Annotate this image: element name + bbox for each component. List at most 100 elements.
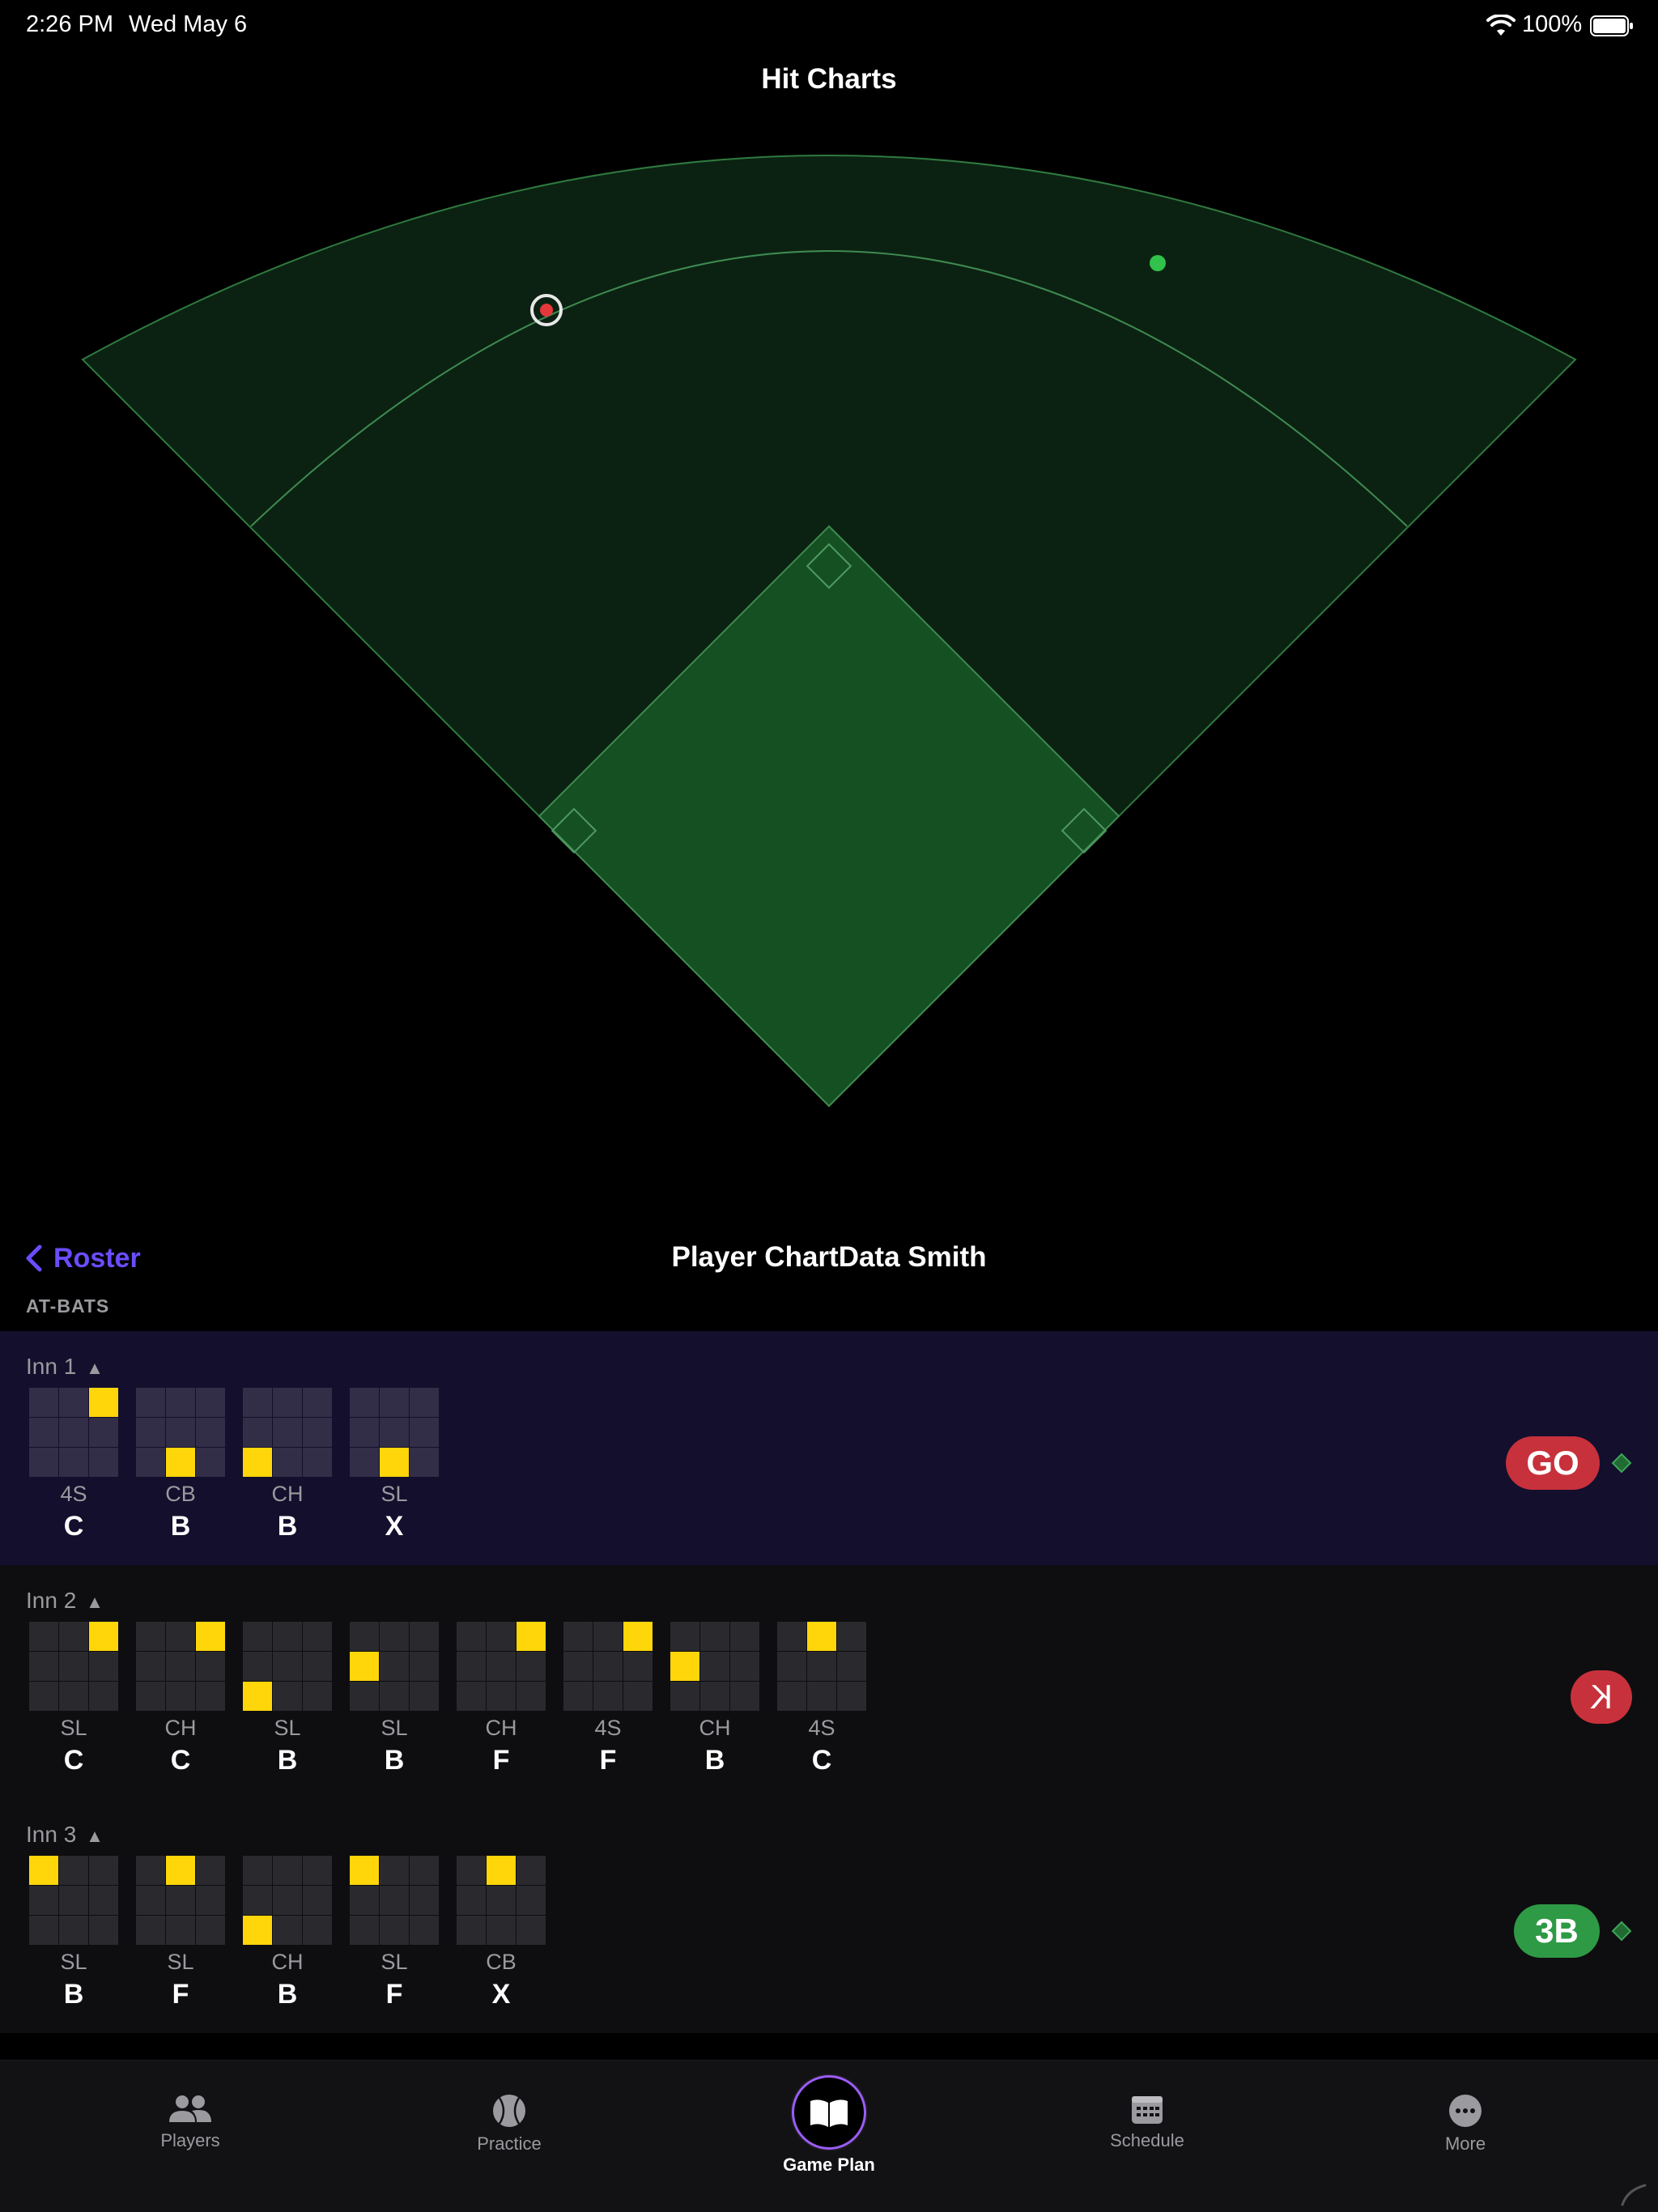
- zone-cell: [273, 1916, 302, 1945]
- zone-cell: [89, 1886, 118, 1915]
- zone-cell: [303, 1916, 332, 1945]
- zone-cell: [410, 1388, 439, 1417]
- zone-cell-pitch-location: [196, 1622, 225, 1651]
- zone-cell: [487, 1886, 516, 1915]
- tab-practice[interactable]: Practice: [428, 2061, 590, 2174]
- inning-row[interactable]: Inn 3 ▲ SL B SL F CH B SL F CB X 3B: [0, 1799, 1658, 2033]
- pitch-item[interactable]: SL F: [350, 1856, 439, 2010]
- pitch-item[interactable]: SL B: [243, 1622, 332, 1776]
- zone-cell: [273, 1448, 302, 1477]
- zone-cell: [410, 1682, 439, 1711]
- pitch-result: F: [599, 1745, 617, 1776]
- zone-cell: [303, 1652, 332, 1681]
- zone-cell: [136, 1388, 165, 1417]
- zone-cell: [487, 1916, 516, 1945]
- pitch-item[interactable]: CH B: [243, 1856, 332, 2010]
- pitch-type: CH: [699, 1716, 731, 1740]
- strike-zone-grid: [670, 1622, 759, 1711]
- zone-cell: [136, 1418, 165, 1447]
- calendar-icon: [1132, 2096, 1163, 2124]
- pitch-item[interactable]: CH B: [243, 1388, 332, 1542]
- hit-marker-green: [1150, 255, 1166, 271]
- status-date: Wed May 6: [129, 11, 248, 37]
- zone-cell: [457, 1886, 486, 1915]
- inning-half-up-icon: ▲: [86, 1592, 104, 1612]
- tab-more-label: More: [1444, 2133, 1486, 2154]
- zone-cell: [517, 1916, 546, 1945]
- pitch-item[interactable]: CH F: [457, 1622, 546, 1776]
- zone-cell-pitch-location: [29, 1856, 58, 1885]
- pitch-item[interactable]: CH B: [670, 1622, 759, 1776]
- tab-players[interactable]: Players: [109, 2061, 271, 2174]
- battery-icon: [1590, 15, 1633, 36]
- zone-cell: [410, 1856, 439, 1885]
- zone-cell: [807, 1682, 836, 1711]
- zone-cell: [59, 1916, 88, 1945]
- tab-more[interactable]: More: [1384, 2061, 1546, 2174]
- zone-cell: [777, 1622, 806, 1651]
- pitch-item[interactable]: CB B: [136, 1388, 225, 1542]
- zone-cell-pitch-location: [243, 1682, 272, 1711]
- zone-cell: [350, 1388, 379, 1417]
- inning-label: Inn 2 ▲: [26, 1588, 104, 1614]
- pitch-item[interactable]: 4S C: [29, 1388, 118, 1542]
- zone-cell: [196, 1418, 225, 1447]
- pitch-item[interactable]: SL B: [350, 1622, 439, 1776]
- hit-chart-field[interactable]: [0, 113, 1658, 1125]
- pitch-type: 4S: [60, 1482, 87, 1506]
- tab-game-plan[interactable]: Game Plan: [748, 2061, 910, 2175]
- inning-half-up-icon: ▲: [86, 1826, 104, 1846]
- pitch-type: SL: [60, 1950, 87, 1974]
- strike-zone-grid: [243, 1856, 332, 1945]
- pitch-item[interactable]: CH C: [136, 1622, 225, 1776]
- pitch-item[interactable]: SL F: [136, 1856, 225, 2010]
- pitch-type: CH: [164, 1716, 197, 1740]
- pitch-item[interactable]: 4S F: [563, 1622, 653, 1776]
- inning-row[interactable]: Inn 2 ▲ SL C CH C SL B SL B CH F 4S F CH B 4S C K: [0, 1565, 1658, 1799]
- zone-cell: [487, 1682, 516, 1711]
- tab-game-plan-label: Game Plan: [783, 2155, 875, 2175]
- zone-cell: [487, 1622, 516, 1651]
- pitch-result: F: [492, 1745, 510, 1776]
- pitch-type: SL: [60, 1716, 87, 1740]
- pitch-type: SL: [380, 1950, 408, 1974]
- zone-cell: [730, 1682, 759, 1711]
- pitch-item[interactable]: SL X: [350, 1388, 439, 1542]
- strike-zone-grid: [457, 1622, 546, 1711]
- pitch-item[interactable]: SL C: [29, 1622, 118, 1776]
- zone-cell: [59, 1856, 88, 1885]
- zone-cell: [380, 1388, 409, 1417]
- zone-cell: [410, 1652, 439, 1681]
- zone-cell: [410, 1886, 439, 1915]
- tab-schedule[interactable]: Schedule: [1066, 2061, 1228, 2174]
- zone-cell: [303, 1622, 332, 1651]
- zone-cell: [777, 1652, 806, 1681]
- pitch-type: SL: [380, 1482, 408, 1506]
- zone-cell: [563, 1622, 593, 1651]
- pitch-item[interactable]: CB X: [457, 1856, 546, 2010]
- pitch-item[interactable]: SL B: [29, 1856, 118, 2010]
- zone-cell: [350, 1886, 379, 1915]
- wifi-icon: [1486, 15, 1516, 36]
- zone-cell: [196, 1448, 225, 1477]
- pitch-type: SL: [167, 1950, 194, 1974]
- zone-cell: [166, 1916, 195, 1945]
- zone-cell: [29, 1622, 58, 1651]
- zone-cell: [29, 1682, 58, 1711]
- zone-cell: [136, 1916, 165, 1945]
- tab-players-label: Players: [160, 2130, 220, 2150]
- strike-zone-grid: [136, 1622, 225, 1711]
- tab-bar: Players Practice Game Plan Schedule More: [0, 2060, 1658, 2212]
- zone-cell: [593, 1682, 623, 1711]
- pitch-item[interactable]: 4S C: [777, 1622, 866, 1776]
- zone-cell: [136, 1856, 165, 1885]
- zone-cell: [380, 1418, 409, 1447]
- tab-practice-label: Practice: [477, 2133, 542, 2154]
- zone-cell: [29, 1652, 58, 1681]
- inning-row[interactable]: Inn 1 ▲ 4S C CB B CH B SL X GO: [0, 1331, 1658, 1565]
- zone-cell: [303, 1682, 332, 1711]
- zone-cell: [273, 1856, 302, 1885]
- zone-cell-pitch-location: [623, 1622, 653, 1651]
- zone-cell-pitch-location: [243, 1448, 272, 1477]
- zone-cell: [89, 1418, 118, 1447]
